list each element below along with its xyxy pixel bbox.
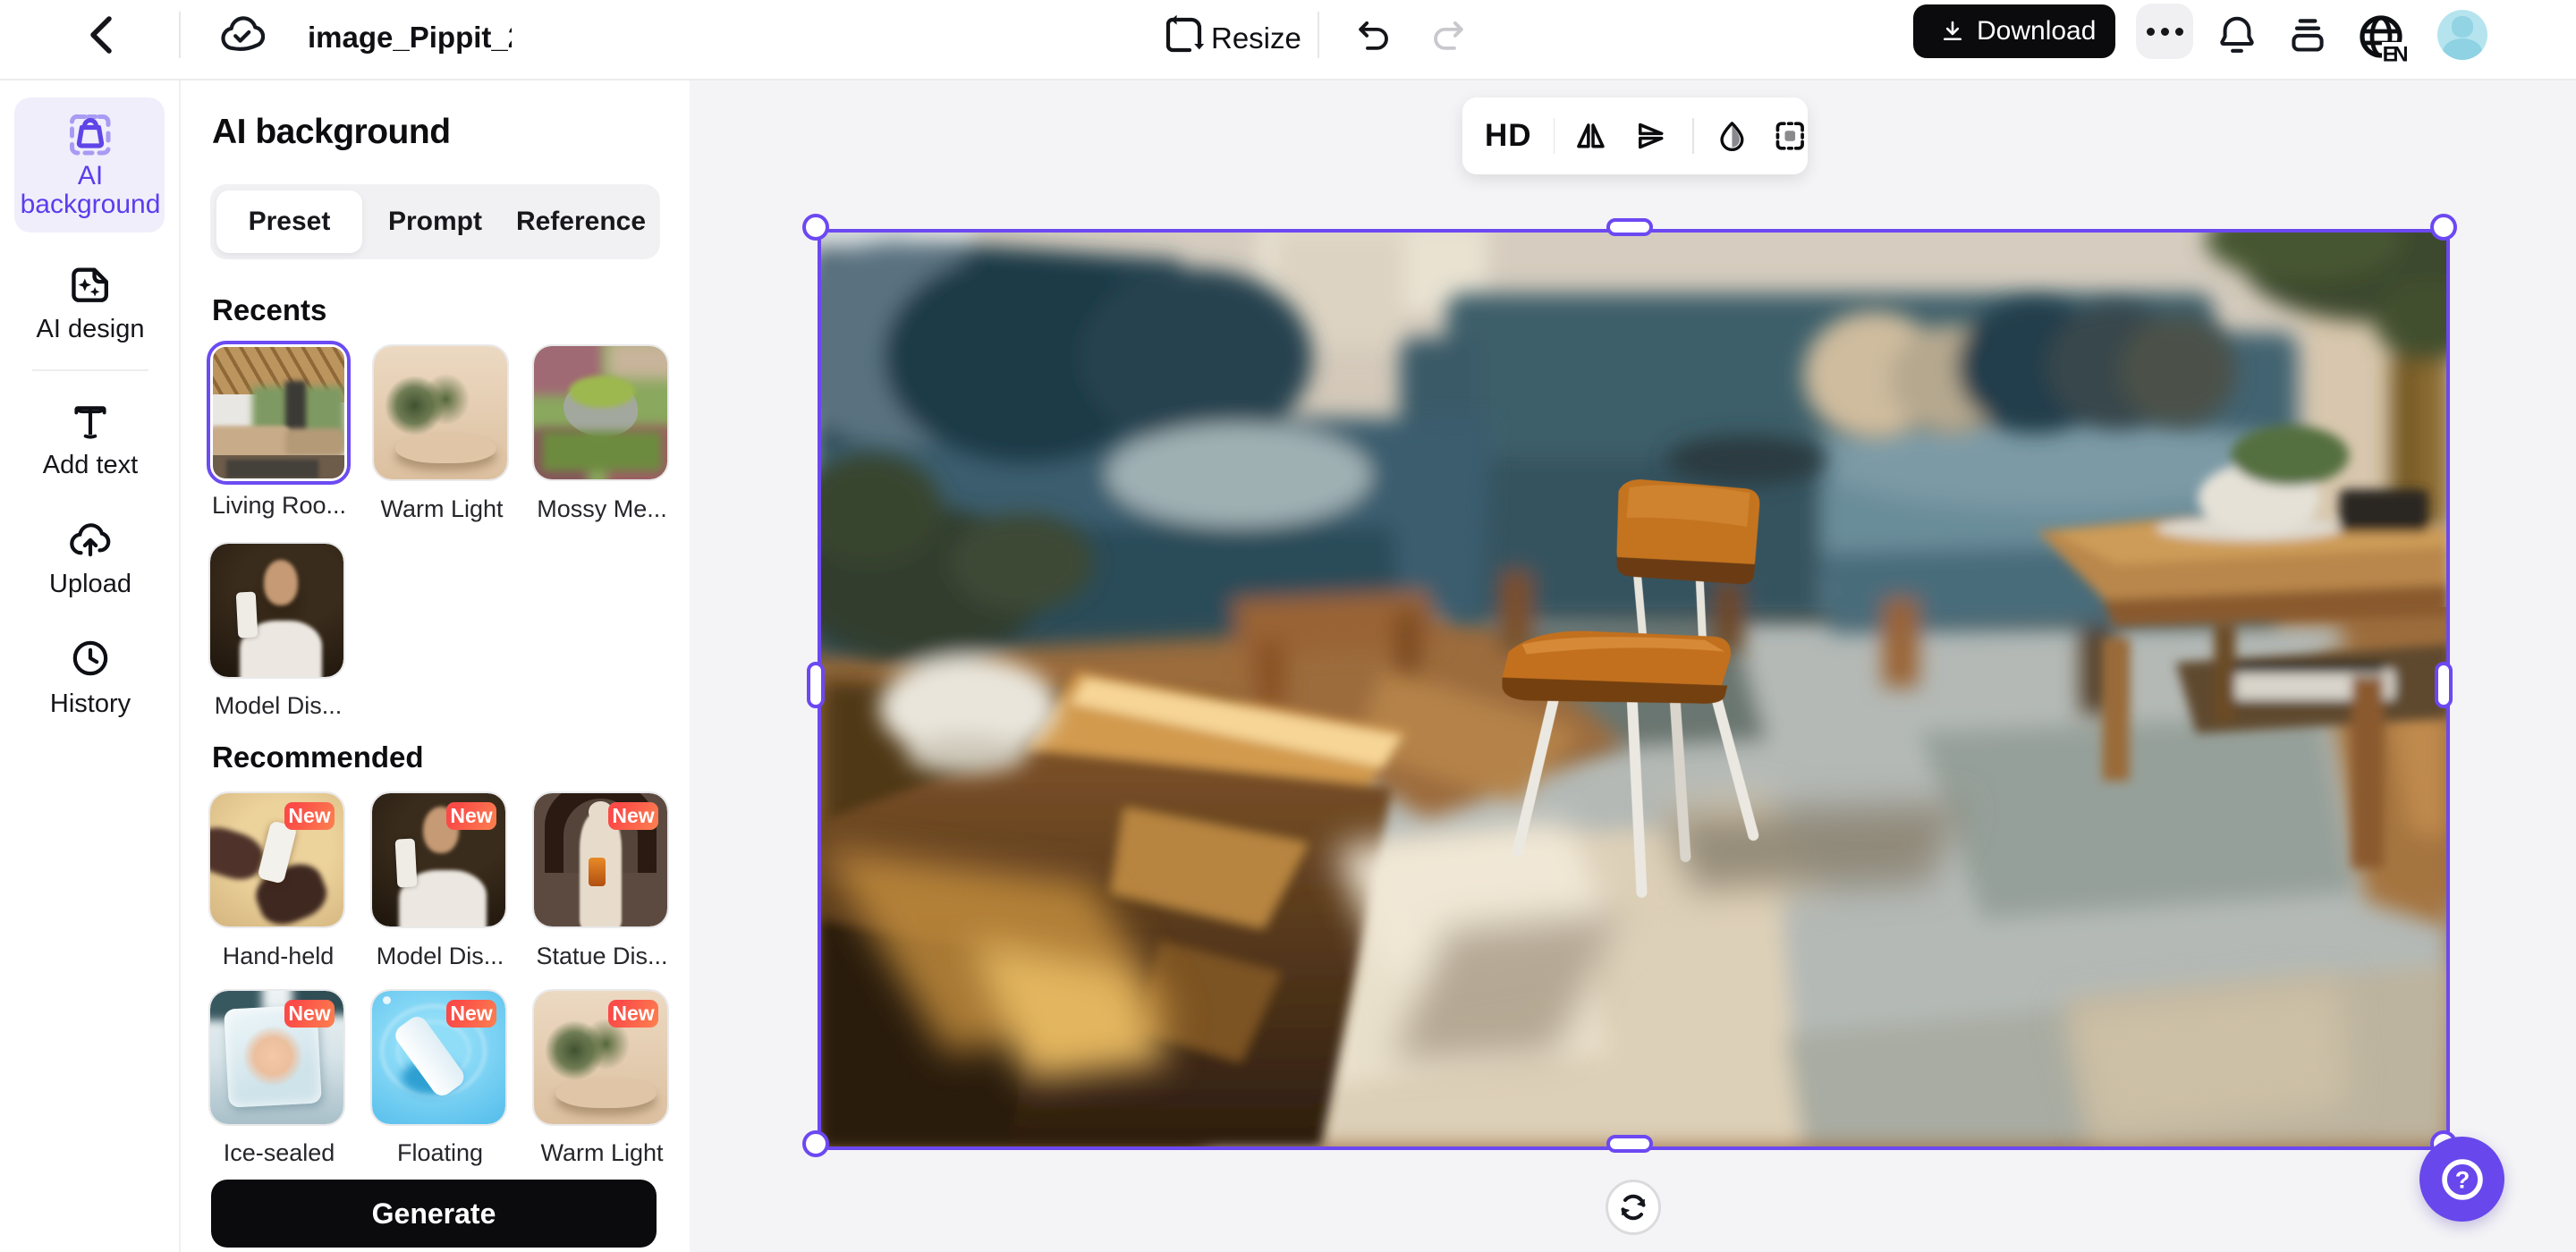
svg-text:EN: EN [2383,43,2409,65]
svg-text:?: ? [2454,1165,2470,1193]
